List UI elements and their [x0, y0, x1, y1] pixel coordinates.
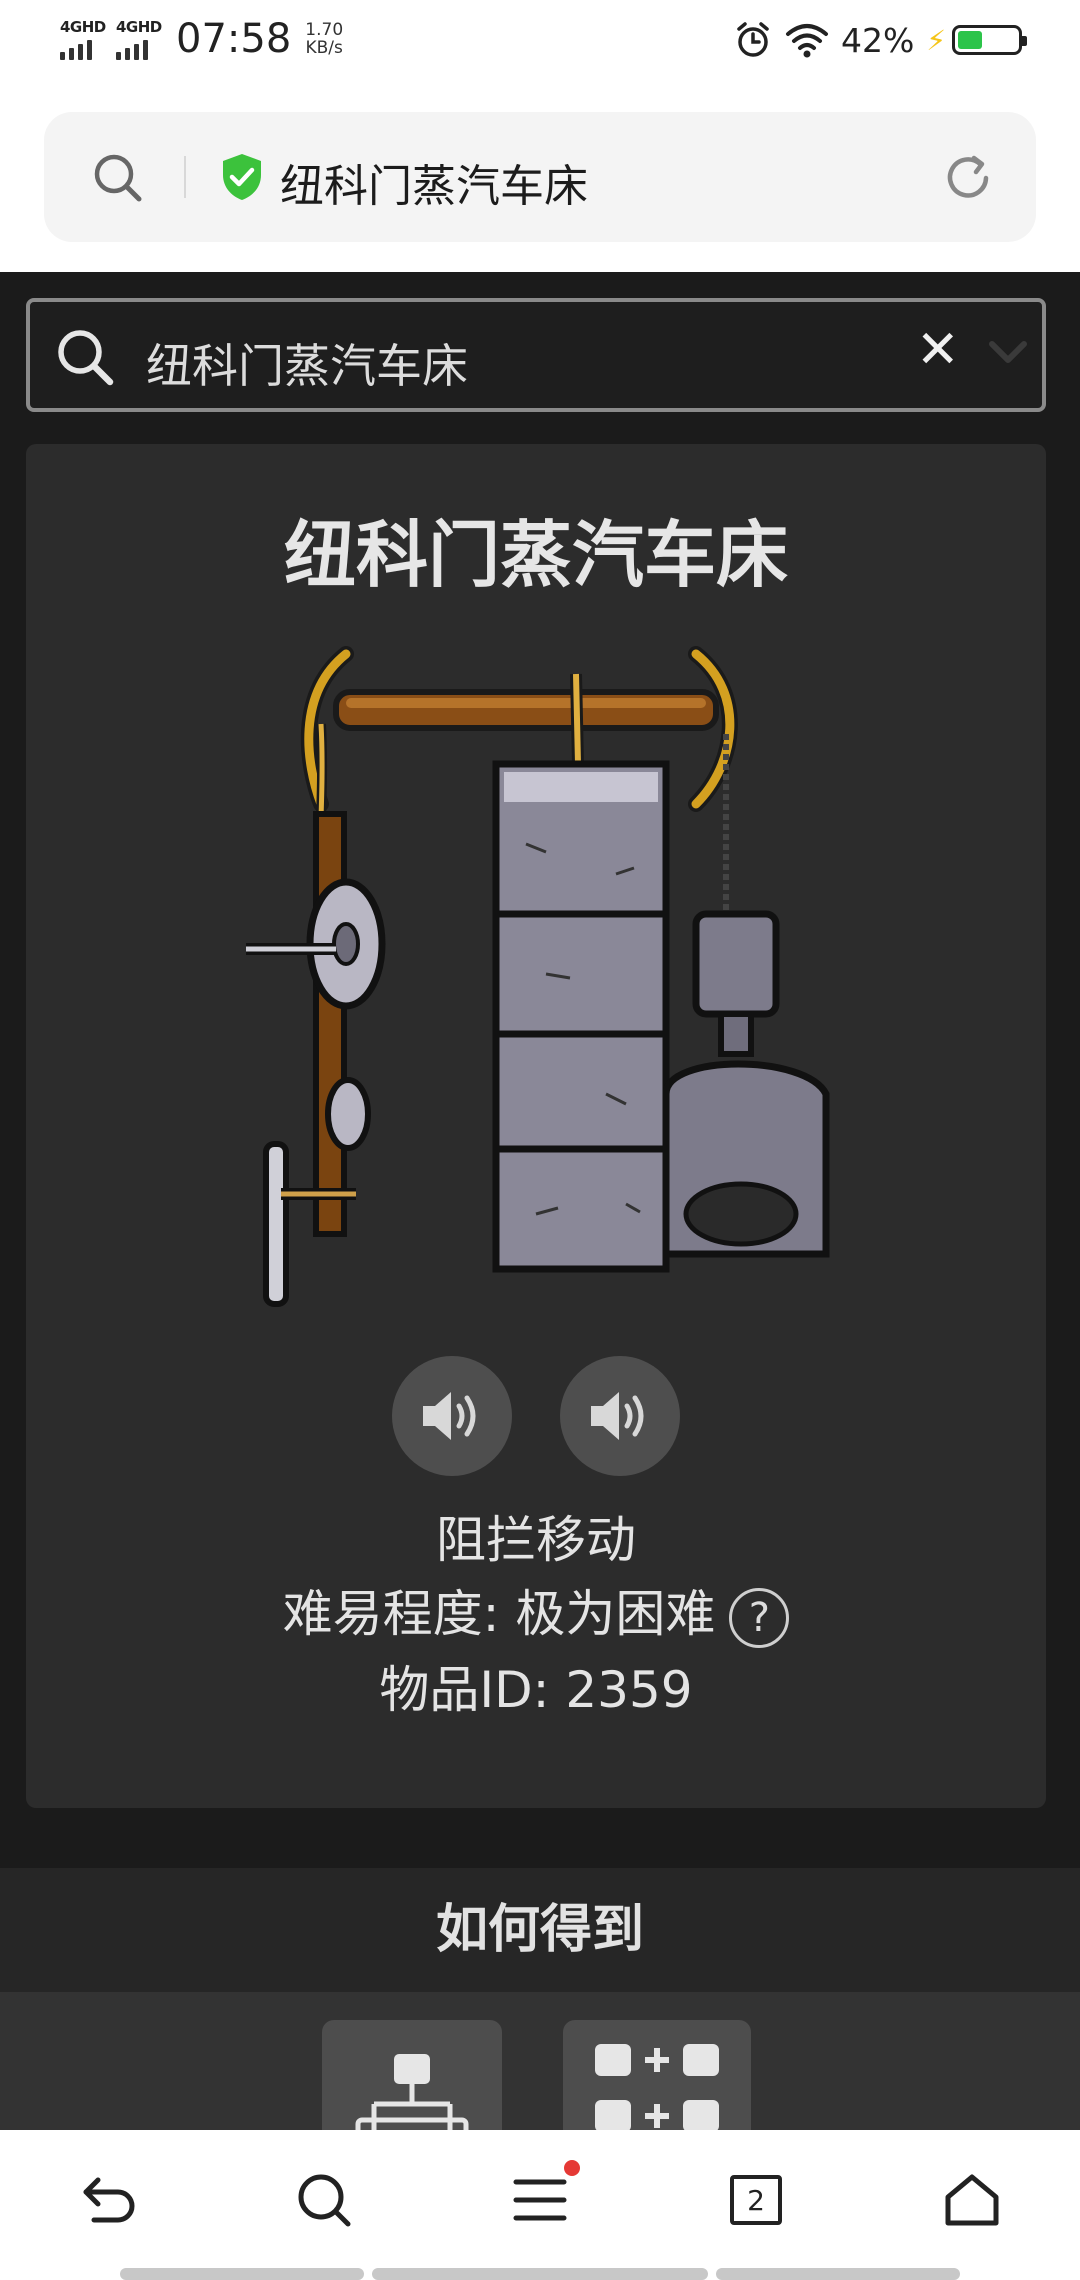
gesture-bar-segment: [716, 2268, 960, 2280]
item-id: 物品ID: 2359: [379, 1661, 693, 1719]
item-property: 阻拦移动: [436, 1511, 636, 1569]
hierarchy-icon: [355, 2054, 469, 2132]
menu-icon: [513, 2179, 567, 2221]
search-icon[interactable]: [54, 326, 116, 388]
address-divider: [184, 156, 186, 198]
battery-level-fill: [958, 31, 983, 49]
difficulty-help-button[interactable]: ?: [729, 1587, 790, 1648]
network-speed-unit: KB/s: [305, 38, 343, 58]
search-icon[interactable]: [92, 152, 144, 204]
home-button[interactable]: [932, 2160, 1012, 2240]
battery-icon: [952, 25, 1027, 55]
home-icon: [945, 2174, 999, 2226]
clear-search-button[interactable]: ✕: [916, 320, 960, 380]
play-sound-button[interactable]: [392, 1356, 512, 1476]
item-search-box[interactable]: 纽科门蒸汽车床 ✕: [26, 298, 1046, 412]
how-to-get-content: [0, 1992, 1080, 2132]
status-left: 4GHD 4GHD 07:58 1.70 KB/s: [58, 16, 343, 62]
item-title: 纽科门蒸汽车床: [283, 513, 788, 597]
battery-percent: 42%: [840, 20, 915, 60]
address-bar[interactable]: 纽科门蒸汽车床: [44, 112, 1036, 242]
wifi-icon: [785, 24, 828, 58]
speaker-icon: [591, 1392, 644, 1440]
recipe-tree-button[interactable]: [322, 2020, 502, 2132]
search-button[interactable]: [284, 2160, 364, 2240]
difficulty-row: 难易程度: 极为困难?: [26, 1574, 1046, 1648]
tabs-button[interactable]: 2: [716, 2160, 796, 2240]
status-bar: 4GHD 4GHD 07:58 1.70 KB/s 42% ⚡: [0, 0, 1080, 86]
gesture-bar-segment: [372, 2268, 708, 2280]
tabs-icon: 2: [730, 2175, 782, 2225]
search-icon: [298, 2174, 351, 2227]
notification-dot: [564, 2160, 580, 2176]
network-type-label: 4GHD: [60, 18, 106, 36]
combine-grid-icon: [595, 2044, 719, 2132]
address-text[interactable]: 纽科门蒸汽车床: [280, 150, 588, 214]
clock: 07:58: [176, 16, 292, 62]
recipe-combine-button[interactable]: [563, 2020, 751, 2132]
speaker-icon: [423, 1392, 476, 1440]
back-button[interactable]: [70, 2160, 150, 2240]
newcomen-steam-lathe-illustration: [246, 646, 830, 1307]
menu-button[interactable]: [500, 2160, 580, 2240]
signal-sim1-icon: 4GHD: [58, 16, 108, 62]
network-speed-value: 1.70: [305, 20, 344, 40]
search-input[interactable]: 纽科门蒸汽车床: [146, 330, 468, 396]
gesture-bar-segment: [120, 2268, 364, 2280]
alarm-icon: [737, 22, 769, 57]
back-icon: [83, 2177, 135, 2223]
status-right: 42% ⚡: [733, 20, 1027, 60]
play-sound-button-2[interactable]: [560, 1356, 680, 1476]
item-card: 纽科门蒸汽车床 阻拦移动 难易程度: 极为困难 ? 物品ID: 2359: [26, 444, 1046, 1808]
browser-bottom-nav: 2: [0, 2130, 1080, 2280]
tab-count: 2: [747, 2183, 765, 2217]
how-to-get-section: 如何得到: [0, 1868, 1080, 1992]
secure-shield-icon: [223, 154, 261, 200]
charging-icon: ⚡: [926, 23, 946, 57]
chevron-down-icon[interactable]: [986, 332, 1030, 372]
difficulty-text: 难易程度: 极为困难: [282, 1585, 716, 1643]
reload-icon[interactable]: [938, 148, 998, 208]
signal-sim2-icon: 4GHD: [114, 16, 164, 62]
network-speed: 1.70 KB/s: [305, 21, 343, 57]
how-to-get-heading: 如何得到: [435, 1900, 644, 1960]
network-type-label: 4GHD: [116, 18, 162, 36]
